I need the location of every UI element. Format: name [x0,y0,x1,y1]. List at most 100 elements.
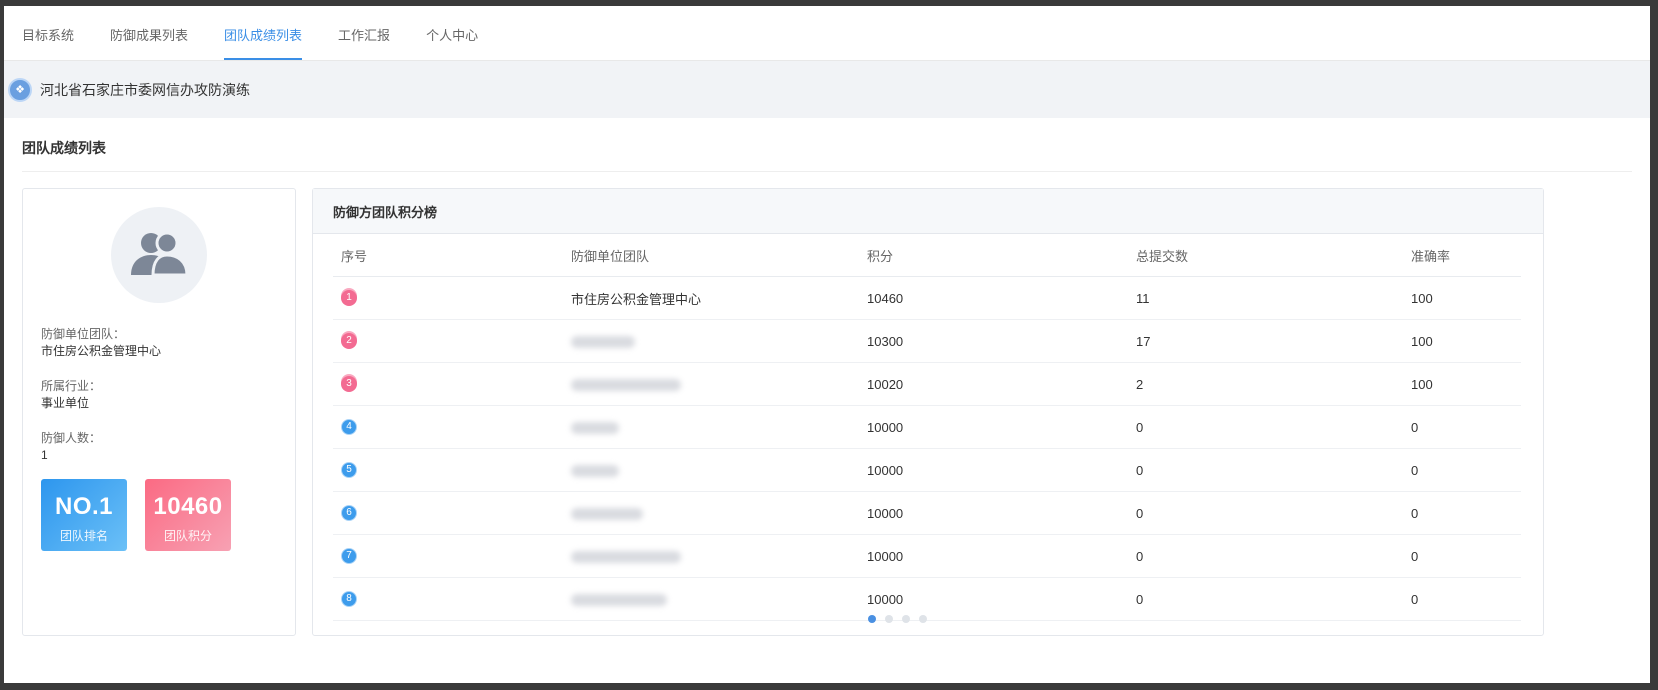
col-submissions: 总提交数 [1128,234,1403,277]
rank-cell: 7 [333,534,563,578]
rank-badge-icon: 8 [341,591,357,608]
score-cell: 10000 [859,491,1128,535]
score-cell: 10020 [859,362,1128,406]
redacted-team-name [571,379,681,392]
submissions-cell: 0 [1128,448,1403,492]
tab-team-scores[interactable]: 团队成绩列表 [224,25,303,60]
redacted-team-name [571,508,643,521]
medal-icon: 1 [341,290,357,307]
members-label: 防御人数： [41,431,102,445]
accuracy-cell: 100 [1403,362,1521,406]
page-title: 团队成绩列表 [22,140,106,156]
rank-cell: 4 [333,405,563,449]
col-accuracy: 准确率 [1403,234,1521,277]
pagination-dot[interactable] [902,615,910,623]
breadcrumb: ❖ 河北省石家庄市委网信办攻防演练 [4,61,1650,118]
industry-value: 事业单位 [41,396,90,410]
team-label: 防御单位团队： [41,327,126,341]
rank-badge-icon: 5 [341,462,357,479]
leaderboard-panel: 防御方团队积分榜 序号 防御单位团队 积分 总提交数 准确率 1 市住房公积金管理… [312,188,1544,636]
users-icon [131,231,189,277]
score-cell: 10000 [859,534,1128,578]
score-cell: 10460 [859,276,1128,320]
breadcrumb-text: 河北省石家庄市委网信办攻防演练 [40,81,250,98]
industry-label: 所属行业： [41,379,102,393]
medal-icon: 3 [341,376,357,393]
tab-personal-center[interactable]: 个人中心 [426,25,478,60]
table-row[interactable]: 3 10020 2 100 [333,362,1521,406]
table-row[interactable]: 2 10300 17 100 [333,319,1521,363]
team-cell [563,319,859,363]
col-score: 积分 [859,234,1128,277]
col-team: 防御单位团队 [563,234,859,277]
redacted-team-name [571,551,681,564]
table-row[interactable]: 7 10000 0 0 [333,534,1521,578]
rank-badge-icon: 6 [341,505,357,522]
accuracy-cell: 0 [1403,577,1521,621]
accuracy-cell: 0 [1403,534,1521,578]
pagination-dots [868,615,936,623]
industry-info: 所属行业： 事业单位 [41,378,101,412]
avatar [111,207,207,303]
table-row[interactable]: 5 10000 0 0 [333,448,1521,492]
score-cell: 10000 [859,448,1128,492]
rank-cell: 8 [333,577,563,621]
accuracy-cell: 100 [1403,276,1521,320]
submissions-cell: 11 [1128,276,1403,320]
team-score-card: 10460 团队积分 [145,479,231,551]
tab-defense-results[interactable]: 防御成果列表 [110,25,188,60]
team-cell [563,491,859,535]
members-info: 防御人数： 1 [41,430,101,464]
rank-badge-icon: 4 [341,419,357,436]
members-value: 1 [41,448,48,462]
globe-icon: ❖ [8,77,32,102]
team-cell: 市住房公积金管理中心 [563,276,859,320]
pagination-dot[interactable] [919,615,927,623]
submissions-cell: 2 [1128,362,1403,406]
accuracy-cell: 100 [1403,319,1521,363]
accuracy-cell: 0 [1403,405,1521,449]
tab-target-system[interactable]: 目标系统 [22,25,74,60]
redacted-team-name [571,594,667,607]
tab-work-report[interactable]: 工作汇报 [338,25,390,60]
leaderboard-title: 防御方团队积分榜 [313,189,1543,234]
main-panel: 团队成绩列表 防御单位团队： 市住房公积金管理中心 所属行业： 事业单位 防御人… [4,118,1650,683]
team-rank-value: NO.1 [54,493,113,520]
pagination-dot[interactable] [868,615,876,623]
submissions-cell: 0 [1128,491,1403,535]
rank-cell: 1 [333,276,563,320]
rank-cell: 2 [333,319,563,363]
team-value: 市住房公积金管理中心 [41,344,162,358]
rank-cell: 6 [333,491,563,535]
table-header-row: 序号 防御单位团队 积分 总提交数 准确率 [333,234,1521,277]
submissions-cell: 0 [1128,577,1403,621]
redacted-team-name [571,336,635,349]
accuracy-cell: 0 [1403,448,1521,492]
team-rank-label: 团队排名 [59,529,108,543]
pagination-dot[interactable] [885,615,893,623]
team-cell [563,577,859,621]
score-cell: 10000 [859,405,1128,449]
team-profile-card: 防御单位团队： 市住房公积金管理中心 所属行业： 事业单位 防御人数： 1 NO… [22,188,296,636]
submissions-cell: 0 [1128,534,1403,578]
rank-cell: 5 [333,448,563,492]
team-cell [563,534,859,578]
table-row[interactable]: 1 市住房公积金管理中心 10460 11 100 [333,276,1521,320]
accuracy-cell: 0 [1403,491,1521,535]
leaderboard-table: 序号 防御单位团队 积分 总提交数 准确率 1 市住房公积金管理中心 10460 11… [333,234,1521,621]
rank-badge-icon: 7 [341,548,357,565]
submissions-cell: 17 [1128,319,1403,363]
team-cell [563,405,859,449]
team-score-value: 10460 [153,493,223,520]
table-row[interactable]: 4 10000 0 0 [333,405,1521,449]
score-cell: 10300 [859,319,1128,363]
medal-icon: 2 [341,333,357,350]
team-score-label: 团队积分 [163,529,212,543]
table-row[interactable]: 6 10000 0 0 [333,491,1521,535]
team-info: 防御单位团队： 市住房公积金管理中心 [41,326,161,360]
divider [22,171,1632,172]
rank-cell: 3 [333,362,563,406]
redacted-team-name [571,465,619,478]
team-rank-card: NO.1 团队排名 [41,479,127,551]
team-cell [563,362,859,406]
